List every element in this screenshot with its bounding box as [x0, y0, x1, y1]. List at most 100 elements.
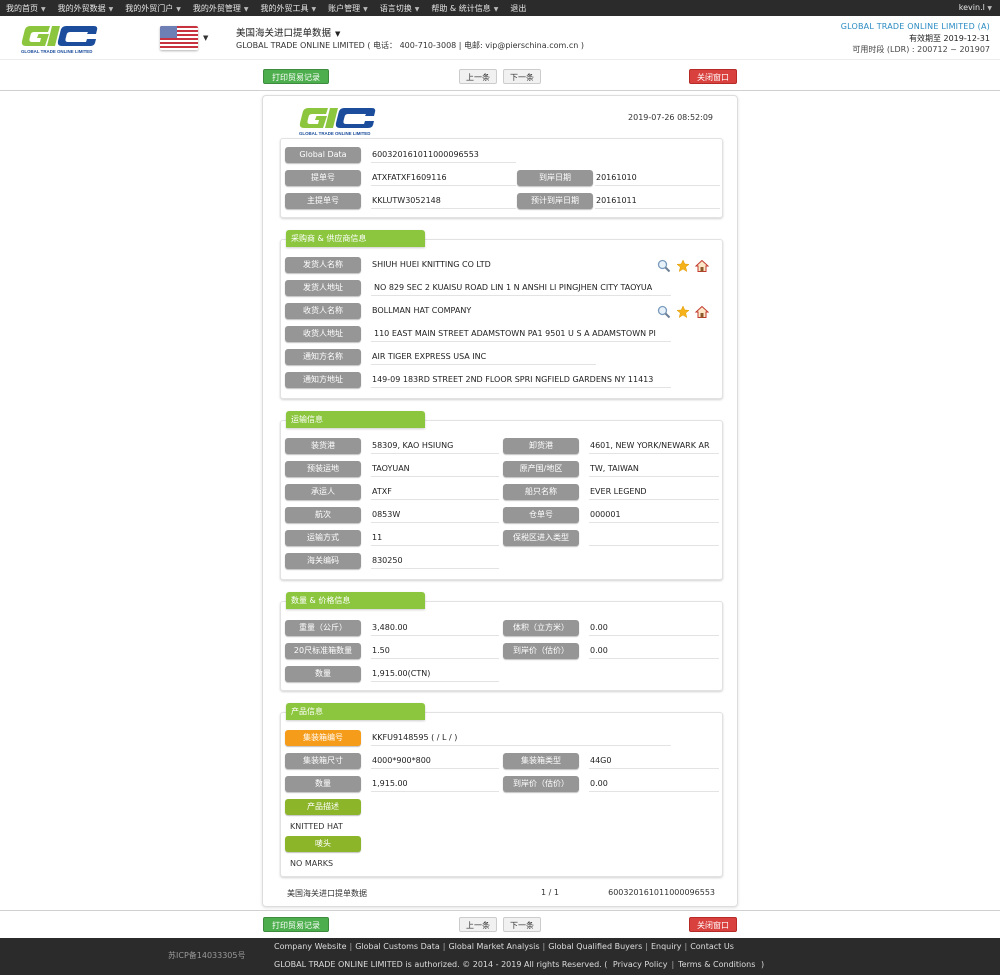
nav-account[interactable]: 账户管理 ▼: [322, 3, 374, 14]
carrier-value: ATXF: [371, 484, 499, 500]
print-record-button[interactable]: 打印贸易记录: [263, 917, 329, 932]
buyer-supplier-section: 采购商 & 供应商信息 发货人名称 SHIUH HUEI KNITTING CO…: [280, 230, 723, 399]
notify-name-label: 通知方名称: [285, 349, 361, 365]
container-type-value: 44G0: [589, 753, 719, 769]
nav-trade-data[interactable]: 我的外贸数据 ▼: [52, 3, 120, 14]
voyage-value: 0853W: [371, 507, 499, 523]
close-window-button[interactable]: 关闭窗口: [689, 917, 737, 932]
next-button[interactable]: 下一条: [503, 917, 541, 932]
close-window-button[interactable]: 关闭窗口: [689, 69, 737, 84]
caret-down-icon[interactable]: ▼: [203, 34, 208, 42]
field-shipper-addr: 发货人地址 NO 829 SEC 2 KUAISU ROAD LIN 1 N A…: [285, 280, 721, 296]
field-container-type: 集装箱类型 44G0: [503, 753, 721, 769]
transport-mode-value: 11: [371, 530, 499, 546]
site-footer: 苏ICP备14033305号 Company Website | Global Cu…: [0, 938, 1000, 975]
loading-port-label: 装货港: [285, 438, 361, 454]
nav-trade-management[interactable]: 我的外贸管理 ▼: [187, 3, 255, 14]
us-flag-icon[interactable]: [160, 26, 198, 50]
account-info: GLOBAL TRADE ONLINE LIMITED (A) 有效期至 201…: [841, 21, 990, 56]
nav-logout[interactable]: 退出: [504, 3, 532, 14]
warehouse-label: 仓单号: [503, 507, 579, 523]
unloading-port-value: 4601, NEW YORK/NEWARK AR: [589, 438, 719, 454]
footer-link-contact-us[interactable]: Contact Us: [690, 942, 734, 951]
nav-label: 账户管理: [328, 3, 361, 13]
nav-label: 我的首页: [6, 3, 38, 13]
previous-button[interactable]: 上一条: [459, 69, 497, 84]
quantity-price-section: 数量 & 价格信息 重量（公斤） 3,480.00 体积（立方米） 0.00 2…: [280, 592, 723, 691]
field-product-value: 到岸价（估价） 0.00: [503, 776, 721, 792]
contact-info: GLOBAL TRADE ONLINE LIMITED ( 电话： 400-71…: [236, 41, 584, 50]
unloading-port-label: 卸货港: [503, 438, 579, 454]
field-volume: 体积（立方米） 0.00: [503, 620, 721, 636]
home-icon[interactable]: [694, 258, 710, 272]
footer-link-company-website[interactable]: Company Website: [274, 942, 347, 951]
privacy-policy-link[interactable]: Privacy Policy: [613, 960, 668, 969]
footer-link-enquiry[interactable]: Enquiry: [651, 942, 682, 951]
logo-text: GLOBAL TRADE ONLINE LIMITED: [21, 49, 92, 54]
weight-value: 3,480.00: [371, 620, 499, 636]
field-est-arrival: 预计到岸日期 20161011: [517, 193, 723, 209]
nav-label: 我的外贸管理: [192, 3, 241, 13]
notify-name-value: AIR TIGER EXPRESS USA INC: [371, 349, 596, 365]
footer-link-global-qualified-buyers[interactable]: Global Qualified Buyers: [548, 942, 642, 951]
master-bill-value: KKLUTW3052148: [371, 193, 516, 209]
logo-icon: GLOBAL TRADE ONLINE LIMITED: [299, 108, 376, 136]
nav-trade-portal[interactable]: 我的外贸门户 ▼: [119, 3, 187, 14]
caret-down-icon: ▼: [243, 5, 249, 13]
close-paren: ): [760, 960, 765, 969]
consignee-name-label: 收货人名称: [285, 303, 361, 319]
field-teu: 20尺标准箱数量 1.50: [285, 643, 510, 659]
field-loading-port: 装货港 58309, KAO HSIUNG: [285, 438, 510, 454]
next-button[interactable]: 下一条: [503, 69, 541, 84]
field-marks-label: 唛头: [285, 836, 365, 852]
field-product-desc-label: 产品描述: [285, 799, 365, 815]
marks-label: 唛头: [285, 836, 361, 852]
transport-section: 运输信息 装货港 58309, KAO HSIUNG 卸货港 4601, NEW…: [280, 411, 723, 580]
star-icon[interactable]: [676, 258, 690, 273]
user-menu[interactable]: kevin.l ▼: [959, 0, 992, 16]
print-record-button[interactable]: 打印贸易记录: [263, 69, 329, 84]
consignee-actions: [657, 304, 710, 319]
nav-trade-tools[interactable]: 我的外贸工具 ▼: [255, 3, 323, 14]
product-value-label: 到岸价（估价）: [503, 776, 579, 792]
caret-down-icon: ▼: [987, 5, 992, 12]
database-title-text: 美国海关进口提单数据: [236, 28, 332, 39]
field-notify-addr: 通知方地址 149-09 183RD STREET 2ND FLOOR SPRI…: [285, 372, 721, 388]
footer-link-global-market-analysis[interactable]: Global Market Analysis: [448, 942, 539, 951]
company-name: GLOBAL TRADE ONLINE LIMITED (A): [840, 22, 990, 31]
caret-down-icon: ▼: [108, 5, 114, 13]
data-source: 美国海关进口提单数据: [287, 889, 367, 898]
search-icon[interactable]: [657, 258, 671, 273]
bottom-toolbar: 打印贸易记录 上一条 下一条 关闭窗口: [0, 910, 1000, 938]
nav-home[interactable]: 我的首页 ▼: [0, 3, 52, 14]
field-warehouse: 仓单号 000001: [503, 507, 721, 523]
gto-logo[interactable]: GLOBAL TRADE ONLINE LIMITED: [20, 22, 100, 54]
footer-link-global-customs-data[interactable]: Global Customs Data: [355, 942, 440, 951]
expire-date: 有效期至 2019-12-31: [908, 33, 990, 43]
record-card: GLOBAL TRADE ONLINE LIMITED 2019-07-26 0…: [262, 95, 738, 907]
search-icon[interactable]: [657, 304, 671, 319]
terms-link[interactable]: Terms & Conditions: [678, 960, 755, 969]
field-master-bill: 主提单号 KKLUTW3052148: [285, 193, 516, 209]
field-shipper-name: 发货人名称 SHIUH HUEI KNITTING CO LTD: [285, 257, 721, 273]
nav-label: 我的外贸数据: [57, 3, 106, 13]
field-quantity: 数量 1,915.00(CTN): [285, 666, 510, 682]
nav-help[interactable]: 帮助 & 统计信息 ▼: [425, 3, 504, 14]
icp-number: 苏ICP备14033305号: [168, 951, 246, 960]
caret-down-icon: ▼: [41, 5, 46, 13]
home-icon[interactable]: [694, 304, 710, 318]
logo-icon: GLOBAL TRADE ONLINE LIMITED: [21, 26, 98, 54]
voyage-label: 航次: [285, 507, 361, 523]
database-title[interactable]: 美国海关进口提单数据 ▼: [236, 25, 340, 39]
container-no-label: 集装箱编号: [285, 730, 361, 746]
top-toolbar: 打印贸易记录 上一条 下一条 关闭窗口: [0, 61, 1000, 91]
caret-down-icon: ▼: [335, 30, 341, 38]
field-unloading-port: 卸货港 4601, NEW YORK/NEWARK AR: [503, 438, 721, 454]
consignee-name-value: BOLLMAN HAT COMPANY: [372, 306, 472, 315]
nav-label: 我的外贸工具: [260, 3, 309, 13]
notify-addr-value: 149-09 183RD STREET 2ND FLOOR SPRI NGFIE…: [371, 372, 671, 388]
previous-button[interactable]: 上一条: [459, 917, 497, 932]
nav-language[interactable]: 语言切换 ▼: [374, 3, 426, 14]
volume-label: 体积（立方米）: [503, 620, 579, 636]
star-icon[interactable]: [676, 304, 690, 319]
